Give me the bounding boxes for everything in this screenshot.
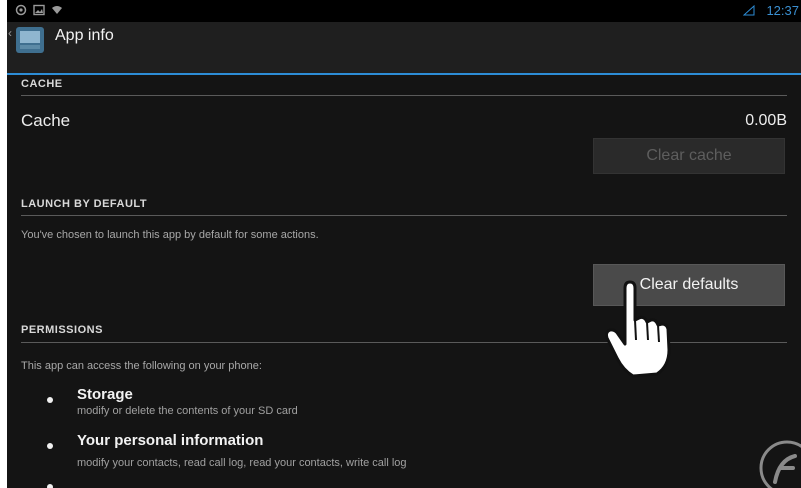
status-time: 12:37: [766, 3, 799, 18]
app-icon[interactable]: [15, 26, 45, 54]
battery-icon: [743, 5, 755, 16]
permission-desc-personal-info: modify your contacts, read call log, rea…: [77, 457, 407, 469]
action-bar: [7, 22, 801, 74]
watermark-logo: [759, 440, 801, 488]
page-title: App info: [55, 27, 114, 44]
cache-section-divider: [21, 95, 787, 96]
bullet-icon: [47, 484, 53, 488]
permission-title-storage: Storage: [77, 386, 133, 403]
permissions-intro: This app can access the following on you…: [21, 360, 262, 372]
cache-size-value: 0.00B: [745, 112, 787, 129]
status-bar: 12:37: [7, 0, 801, 22]
back-caret-icon[interactable]: ‹: [8, 26, 12, 40]
permission-title-personal-info: Your personal information: [77, 432, 264, 449]
permission-desc-storage: modify or delete the contents of your SD…: [77, 405, 298, 417]
cache-section-heading: CACHE: [21, 78, 63, 90]
launch-section-divider: [21, 215, 787, 216]
clear-cache-button[interactable]: Clear cache: [593, 138, 785, 174]
location-icon: [15, 4, 27, 16]
wifi-icon: [52, 6, 62, 14]
bullet-icon: [47, 443, 53, 449]
permissions-section-heading: PERMISSIONS: [21, 324, 103, 336]
hand-cursor-icon: [604, 280, 671, 378]
cache-label: Cache: [21, 111, 71, 130]
launch-section-heading: LAUNCH BY DEFAULT: [21, 198, 148, 210]
launch-description: You've chosen to launch this app by defa…: [21, 229, 319, 241]
app-info-screen: 12:37 ‹ App info CACHE Cache 0.00B Clear…: [7, 0, 801, 488]
bullet-icon: [47, 397, 53, 403]
action-bar-divider: [7, 73, 801, 75]
image-notification-icon: [33, 4, 45, 16]
